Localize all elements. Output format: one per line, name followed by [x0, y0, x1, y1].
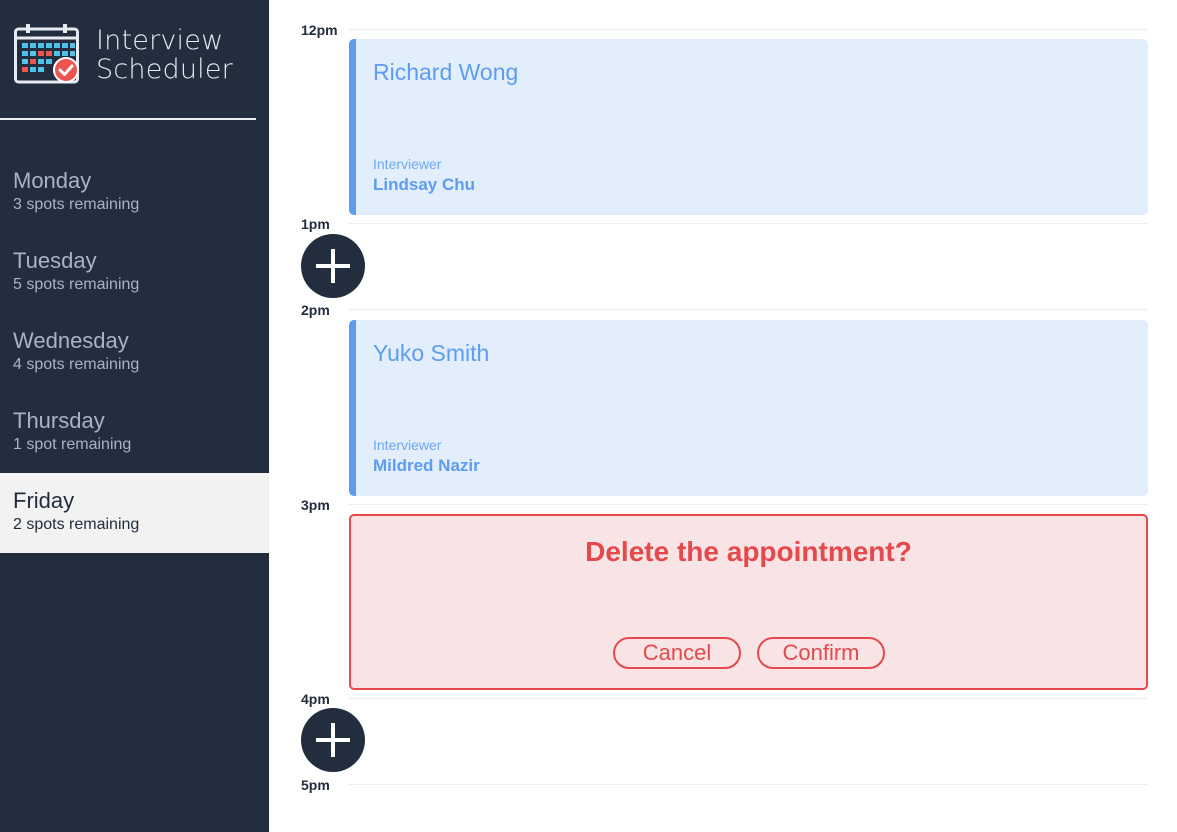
- interviewer-name: Mildred Nazir: [373, 456, 480, 475]
- schedule: 12pm Richard Wong Interviewer Lindsay Ch…: [270, 0, 1177, 832]
- add-appointment-button[interactable]: [301, 234, 365, 298]
- day-name: Thursday: [13, 408, 105, 433]
- day-list: Monday 3 spots remaining Tuesday 5 spots…: [0, 153, 269, 553]
- day-name: Wednesday: [13, 328, 129, 353]
- hour-separator: [348, 309, 1148, 310]
- day-spots: 5 spots remaining: [13, 276, 140, 293]
- day-item-thursday[interactable]: Thursday 1 spot remaining: [0, 393, 269, 473]
- confirm-button[interactable]: Confirm: [757, 637, 885, 669]
- day-spots: 2 spots remaining: [13, 516, 140, 533]
- hour-separator: [348, 223, 1148, 224]
- time-label: 1pm: [301, 216, 330, 232]
- interviewer-label: Interviewer: [373, 156, 442, 172]
- time-label: 4pm: [301, 691, 330, 707]
- day-spots: 1 spot remaining: [13, 436, 132, 453]
- sidebar-divider: [0, 118, 256, 120]
- add-appointment-button[interactable]: [301, 708, 365, 772]
- interviewer-label: Interviewer: [373, 437, 442, 453]
- cancel-button[interactable]: Cancel: [613, 637, 741, 669]
- brand: Interview Scheduler: [14, 24, 233, 84]
- time-label: 5pm: [301, 777, 330, 793]
- time-label: 2pm: [301, 302, 330, 318]
- hour-separator: [348, 504, 1148, 505]
- student-name: Richard Wong: [373, 59, 519, 85]
- day-spots: 3 spots remaining: [13, 196, 140, 213]
- sidebar: Interview Scheduler Monday 3 spots remai…: [0, 0, 269, 832]
- day-item-friday[interactable]: Friday 2 spots remaining: [0, 473, 269, 553]
- interviewer-name: Lindsay Chu: [373, 175, 476, 194]
- day-item-monday[interactable]: Monday 3 spots remaining: [0, 153, 269, 233]
- appointment-card[interactable]: Richard Wong Interviewer Lindsay Chu: [349, 39, 1148, 215]
- hour-separator: [348, 29, 1148, 30]
- day-item-wednesday[interactable]: Wednesday 4 spots remaining: [0, 313, 269, 393]
- app-title-line1: Interview: [96, 25, 224, 56]
- confirm-message: Delete the appointment?: [585, 536, 912, 567]
- time-label: 12pm: [301, 22, 338, 38]
- day-name: Friday: [13, 488, 75, 513]
- delete-confirmation: Delete the appointment? Cancel Confirm: [349, 514, 1148, 690]
- day-name: Tuesday: [13, 248, 97, 273]
- day-name: Monday: [13, 168, 92, 193]
- hour-separator: [348, 784, 1148, 785]
- app-title-line2: Scheduler: [96, 54, 233, 85]
- day-spots: 4 spots remaining: [13, 356, 140, 373]
- time-label: 3pm: [301, 497, 330, 513]
- appointment-card[interactable]: Yuko Smith Interviewer Mildred Nazir: [349, 320, 1148, 496]
- calendar-check-icon: [14, 24, 80, 84]
- hour-separator: [348, 698, 1148, 699]
- day-item-tuesday[interactable]: Tuesday 5 spots remaining: [0, 233, 269, 313]
- app-title: Interview Scheduler: [96, 26, 233, 84]
- student-name: Yuko Smith: [373, 340, 490, 366]
